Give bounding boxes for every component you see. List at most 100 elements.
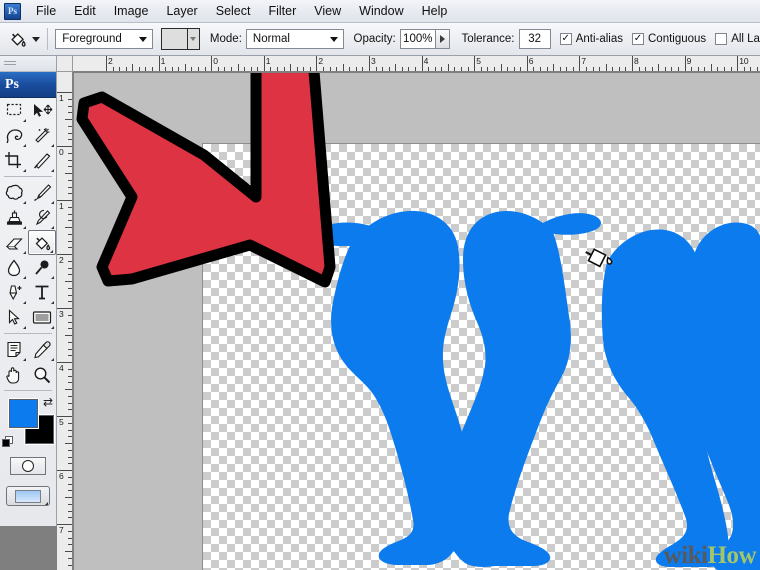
ruler-tick-minor bbox=[112, 67, 114, 71]
tolerance-input[interactable]: 32 bbox=[518, 29, 551, 49]
tool-hand[interactable] bbox=[0, 362, 28, 387]
tool-more-corner-icon bbox=[51, 358, 54, 361]
foreground-color-swatch[interactable] bbox=[9, 399, 38, 428]
ruler-label: 3 bbox=[59, 309, 64, 319]
contiguous-checkbox[interactable]: ✓ bbox=[632, 33, 644, 45]
ruler-tick-minor bbox=[68, 328, 72, 330]
tool-paint-bucket[interactable] bbox=[28, 230, 56, 255]
menu-layer[interactable]: Layer bbox=[157, 3, 206, 20]
tool-clone-stamp[interactable] bbox=[0, 205, 28, 230]
pattern-swatch-picker[interactable] bbox=[160, 28, 200, 50]
default-colors-icon[interactable] bbox=[2, 436, 14, 448]
ruler-tick-minor bbox=[520, 67, 522, 71]
menu-filter[interactable]: Filter bbox=[259, 3, 305, 20]
tool-more-corner-icon bbox=[51, 169, 54, 172]
tool-rectangular-marquee[interactable] bbox=[0, 98, 28, 123]
tool-rectangle-shape[interactable] bbox=[28, 305, 56, 330]
tool-group-selection bbox=[0, 98, 56, 173]
tool-move[interactable] bbox=[28, 98, 56, 123]
opacity-label: Opacity: bbox=[353, 33, 396, 45]
ruler-tick-minor bbox=[724, 67, 726, 71]
tool-path-selection[interactable] bbox=[0, 305, 28, 330]
ruler-tick-minor bbox=[599, 67, 601, 71]
opacity-stepper[interactable] bbox=[435, 29, 451, 49]
ruler-tick-minor bbox=[230, 67, 232, 71]
toolbox-drag-handle[interactable] bbox=[0, 56, 56, 72]
tool-eyedropper[interactable] bbox=[28, 337, 56, 362]
menu-edit[interactable]: Edit bbox=[65, 3, 105, 20]
document-workspace[interactable]: wikiHow bbox=[74, 73, 760, 570]
ruler-tick-minor bbox=[717, 67, 719, 71]
ruler-tick-minor bbox=[68, 544, 72, 546]
tolerance-label: Tolerance: bbox=[461, 33, 515, 45]
tool-pen[interactable] bbox=[0, 280, 28, 305]
tool-group-navigation bbox=[0, 337, 56, 387]
ruler-tick-minor bbox=[68, 132, 72, 134]
ruler-tick-minor bbox=[309, 67, 311, 71]
ruler-label: 2 bbox=[318, 56, 324, 66]
ruler-tick-minor bbox=[559, 67, 561, 71]
all-layers-checkbox[interactable] bbox=[715, 33, 728, 45]
ruler-tick-minor bbox=[329, 67, 331, 71]
tool-more-corner-icon bbox=[23, 119, 26, 122]
ruler-origin-corner[interactable] bbox=[57, 56, 73, 72]
ruler-tick-minor bbox=[362, 67, 364, 71]
active-tool-preview-icon[interactable] bbox=[4, 26, 29, 52]
horizontal-ruler[interactable]: 2 1 0 1 2 3 4 5 6 7 8 9 10 bbox=[73, 56, 760, 72]
tool-healing-brush[interactable] bbox=[0, 180, 28, 205]
ruler-tick-minor bbox=[572, 67, 574, 71]
ruler-tick-minor bbox=[191, 67, 193, 71]
chevron-down-icon bbox=[329, 36, 338, 42]
tool-crop[interactable] bbox=[0, 148, 28, 173]
tool-dodge[interactable] bbox=[28, 255, 56, 280]
tool-type[interactable] bbox=[28, 280, 56, 305]
tool-more-corner-icon bbox=[23, 169, 26, 172]
ruler-tick-minor bbox=[68, 139, 72, 141]
pattern-chevron-down-icon[interactable] bbox=[187, 29, 199, 49]
tool-brush[interactable] bbox=[28, 180, 56, 205]
menu-select[interactable]: Select bbox=[207, 3, 260, 20]
ruler-tick-minor bbox=[651, 67, 653, 71]
fill-source-select[interactable]: Foreground bbox=[55, 29, 153, 49]
menu-file[interactable]: File bbox=[27, 3, 65, 20]
swap-colors-icon[interactable]: ⇄ bbox=[43, 396, 53, 408]
menu-view[interactable]: View bbox=[305, 3, 350, 20]
anti-alias-checkbox[interactable]: ✓ bbox=[559, 33, 572, 45]
tool-zoom[interactable] bbox=[28, 362, 56, 387]
opacity-input[interactable]: 100% bbox=[399, 29, 436, 49]
document-canvas[interactable] bbox=[202, 143, 760, 570]
screen-mode-toggle[interactable] bbox=[0, 483, 56, 509]
ruler-tick-minor bbox=[566, 67, 568, 71]
ruler-tick-minor bbox=[68, 564, 72, 566]
anti-alias-checkbox-row[interactable]: ✓ Anti-alias bbox=[559, 33, 623, 45]
tool-eraser[interactable] bbox=[0, 230, 28, 255]
tool-history-brush[interactable] bbox=[28, 205, 56, 230]
tool-preset-chevron-down-icon[interactable] bbox=[32, 36, 41, 42]
ruler-tick-minor bbox=[68, 105, 72, 107]
menu-window[interactable]: Window bbox=[350, 3, 412, 20]
all-layers-checkbox-row[interactable]: All La bbox=[715, 33, 760, 45]
blend-mode-select[interactable]: Normal bbox=[245, 29, 344, 49]
vertical-ruler[interactable]: 1 0 1 2 3 4 5 6 7 bbox=[57, 72, 73, 570]
tool-more-corner-icon bbox=[23, 276, 26, 279]
ruler-label: 6 bbox=[528, 56, 534, 66]
ruler-tick-minor bbox=[257, 67, 259, 71]
tool-more-corner-icon bbox=[23, 226, 26, 229]
ruler-tick-minor bbox=[434, 67, 436, 71]
menu-help[interactable]: Help bbox=[413, 3, 457, 20]
ruler-tick-minor bbox=[65, 497, 72, 498]
ruler-tick-minor bbox=[276, 67, 278, 71]
quick-mask-toggle[interactable] bbox=[0, 455, 56, 477]
ruler-tick-minor bbox=[322, 67, 324, 71]
tool-magic-wand[interactable] bbox=[28, 123, 56, 148]
menu-image[interactable]: Image bbox=[105, 3, 158, 20]
ruler-tick-major bbox=[737, 56, 739, 71]
ruler-tick-minor bbox=[678, 67, 680, 71]
tool-lasso[interactable] bbox=[0, 123, 28, 148]
ruler-tick-major bbox=[316, 56, 318, 71]
ruler-tick-minor bbox=[507, 67, 509, 71]
tool-slice[interactable] bbox=[28, 148, 56, 173]
contiguous-checkbox-row[interactable]: ✓ Contiguous bbox=[632, 33, 706, 45]
tool-notes[interactable] bbox=[0, 337, 28, 362]
tool-blur[interactable] bbox=[0, 255, 28, 280]
